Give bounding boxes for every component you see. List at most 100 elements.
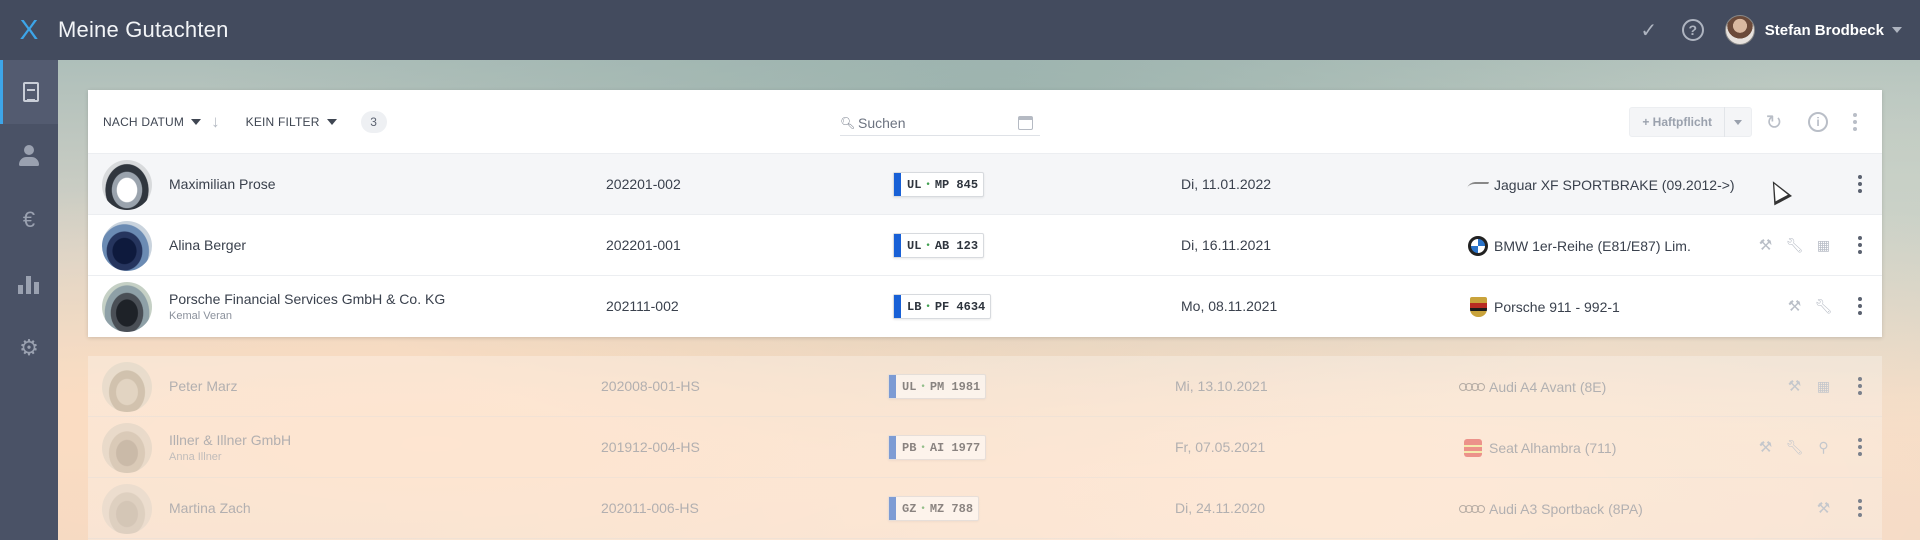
chevron-down-icon[interactable]: [1892, 27, 1902, 33]
gavel-icon[interactable]: ⚒: [1751, 236, 1780, 254]
sidebar-item-statistics[interactable]: [0, 252, 58, 316]
plate-district: UL: [907, 238, 922, 253]
wrench-icon[interactable]: 🔧︎: [1809, 298, 1838, 315]
sidebar-item-contacts[interactable]: [0, 124, 58, 188]
eu-band: [894, 234, 901, 257]
report-number: 201912-004-HS: [601, 439, 700, 455]
info-icon[interactable]: i: [1808, 112, 1828, 132]
calendar-icon[interactable]: [1018, 115, 1033, 130]
user-name[interactable]: Stefan Brodbeck: [1765, 22, 1884, 39]
vehicle-model-cell: Jaguar XF SPORTBRAKE (09.2012->): [1466, 172, 1735, 197]
vehicle-model: Jaguar XF SPORTBRAKE (09.2012->): [1494, 176, 1735, 193]
vehicle-model: Porsche 911 - 992-1: [1494, 298, 1620, 315]
key-icon[interactable]: ⚲: [1809, 439, 1838, 456]
vehicle-model-cell: Audi A4 Avant (8E): [1459, 374, 1607, 399]
contact-person: Kemal Veran: [169, 309, 232, 322]
sidebar-item-settings[interactable]: ⚙: [0, 316, 58, 380]
search-icon: 🔍︎: [840, 115, 856, 130]
client-name: Martina Zach: [169, 500, 251, 516]
client-cell: Illner & Illner GmbH Anna Illner: [169, 417, 291, 477]
gavel-icon[interactable]: ⚒: [1809, 499, 1838, 517]
table-row[interactable]: Maximilian Prose 202201-002 UL • MP 845 Di…: [88, 154, 1882, 215]
chevron-down-icon: [1734, 119, 1742, 125]
sidebar-item-finance[interactable]: €: [0, 188, 58, 252]
vehicle-model: Seat Alhambra (711): [1489, 439, 1617, 456]
vehicle-photo: [102, 282, 152, 332]
row-actions: ⚒ 🔧︎: [1780, 276, 1882, 336]
eu-band: [894, 295, 901, 318]
eu-band: [889, 436, 896, 459]
sort-dropdown[interactable]: NACH DATUM: [103, 115, 202, 129]
gavel-icon[interactable]: ⚒: [1780, 377, 1809, 395]
client-cell: Peter Marz: [169, 356, 237, 416]
row-more-options-icon[interactable]: [1838, 175, 1882, 193]
row-more-options-icon[interactable]: [1838, 377, 1882, 395]
license-plate: UL • PM 1981: [888, 374, 987, 399]
row-more-options-icon[interactable]: [1838, 297, 1882, 315]
search-input[interactable]: [858, 114, 1008, 131]
comment-icon[interactable]: ▦: [1809, 237, 1838, 254]
report-date: Fr, 07.05.2021: [1175, 439, 1266, 455]
table-row[interactable]: Martina Zach 202011-006-HS GZ • MZ 788 Di,…: [88, 478, 1882, 539]
plate-id: MP 845: [934, 177, 979, 192]
plate-district: UL: [902, 379, 917, 394]
table-row[interactable]: Porsche Financial Services GmbH & Co. KG…: [88, 276, 1882, 337]
report-date: Di, 24.11.2020: [1175, 500, 1266, 516]
plate-district: GZ: [902, 501, 917, 516]
table-row[interactable]: Illner & Illner GmbH Anna Illner 201912-…: [88, 417, 1882, 478]
filter-dropdown[interactable]: KEIN FILTER: [246, 115, 337, 129]
plate-district: LB: [907, 299, 922, 314]
client-cell: Maximilian Prose: [169, 154, 276, 214]
add-options-dropdown[interactable]: [1725, 119, 1751, 125]
help-icon[interactable]: ?: [1681, 19, 1704, 41]
plate-id: AB 123: [934, 238, 979, 253]
jaguar-logo-icon: [1466, 174, 1490, 196]
client-name: Peter Marz: [169, 378, 238, 394]
plate-seal-icon: •: [925, 301, 931, 312]
porsche-logo-icon: [1467, 296, 1489, 318]
avatar[interactable]: [1724, 15, 1755, 45]
add-haftpflicht-split-button: + Haftpflicht: [1629, 107, 1752, 137]
report-date: Di, 16.11.2021: [1181, 237, 1272, 253]
gavel-icon[interactable]: ⚒: [1751, 438, 1780, 456]
sort-direction-icon[interactable]: ↓: [211, 112, 220, 132]
refresh-icon[interactable]: ↻: [1752, 110, 1796, 135]
check-icon[interactable]: ✓: [1627, 18, 1671, 43]
report-number: 202008-001-HS: [601, 378, 700, 394]
client-cell: Alina Berger: [169, 215, 246, 275]
vehicle-model: Audi A3 Sportback (8PA): [1489, 500, 1643, 517]
table-row[interactable]: Peter Marz 202008-001-HS UL • PM 1981 Mi, …: [88, 356, 1882, 417]
wrench-icon[interactable]: 🔧︎: [1780, 237, 1809, 254]
row-more-options-icon[interactable]: [1838, 236, 1882, 254]
row-more-options-icon[interactable]: [1838, 438, 1882, 456]
vehicle-model-cell: Porsche 911 - 992-1: [1467, 294, 1620, 319]
plate-seal-icon: •: [925, 240, 931, 251]
plate-id: PF 4634: [934, 299, 986, 314]
sidebar: € ⚙: [0, 60, 58, 540]
sidebar-item-reports[interactable]: [0, 60, 58, 124]
chevron-down-icon: [326, 118, 337, 125]
document-icon: [22, 82, 39, 102]
vehicle-model: Audi A4 Avant (8E): [1489, 378, 1607, 395]
list-toolbar: NACH DATUM ↓ KEIN FILTER 3 🔍︎ + Haftpfli…: [88, 90, 1882, 154]
plate-id: AI 1977: [929, 440, 981, 455]
vehicle-model-cell: BMW 1er-Reihe (E81/E87) Lim.: [1467, 233, 1691, 258]
row-more-options-icon[interactable]: [1838, 499, 1882, 517]
license-plate: PB • AI 1977: [888, 435, 987, 460]
vehicle-model-cell: Seat Alhambra (711): [1462, 435, 1616, 460]
client-cell: Porsche Financial Services GmbH & Co. KG…: [169, 276, 445, 336]
plate-id: MZ 788: [929, 501, 974, 516]
gavel-icon[interactable]: ⚒: [1780, 297, 1809, 315]
app-logo[interactable]: X: [0, 14, 58, 46]
table-row[interactable]: Alina Berger 202201-001 UL • AB 123 Di, 16…: [88, 215, 1882, 276]
vehicle-model-cell: Audi A3 Sportback (8PA): [1459, 496, 1643, 521]
bar-chart-icon: [18, 274, 40, 294]
plate-seal-icon: •: [920, 442, 926, 453]
add-haftpflicht-button[interactable]: + Haftpflicht: [1630, 115, 1724, 129]
vehicle-photo: [102, 160, 152, 210]
wrench-icon[interactable]: 🔧︎: [1780, 439, 1809, 456]
filter-dropdown-label: KEIN FILTER: [245, 114, 320, 129]
vehicle-model: BMW 1er-Reihe (E81/E87) Lim.: [1494, 237, 1691, 254]
comment-icon[interactable]: ▦: [1809, 378, 1838, 395]
more-options-icon[interactable]: [1840, 113, 1870, 131]
